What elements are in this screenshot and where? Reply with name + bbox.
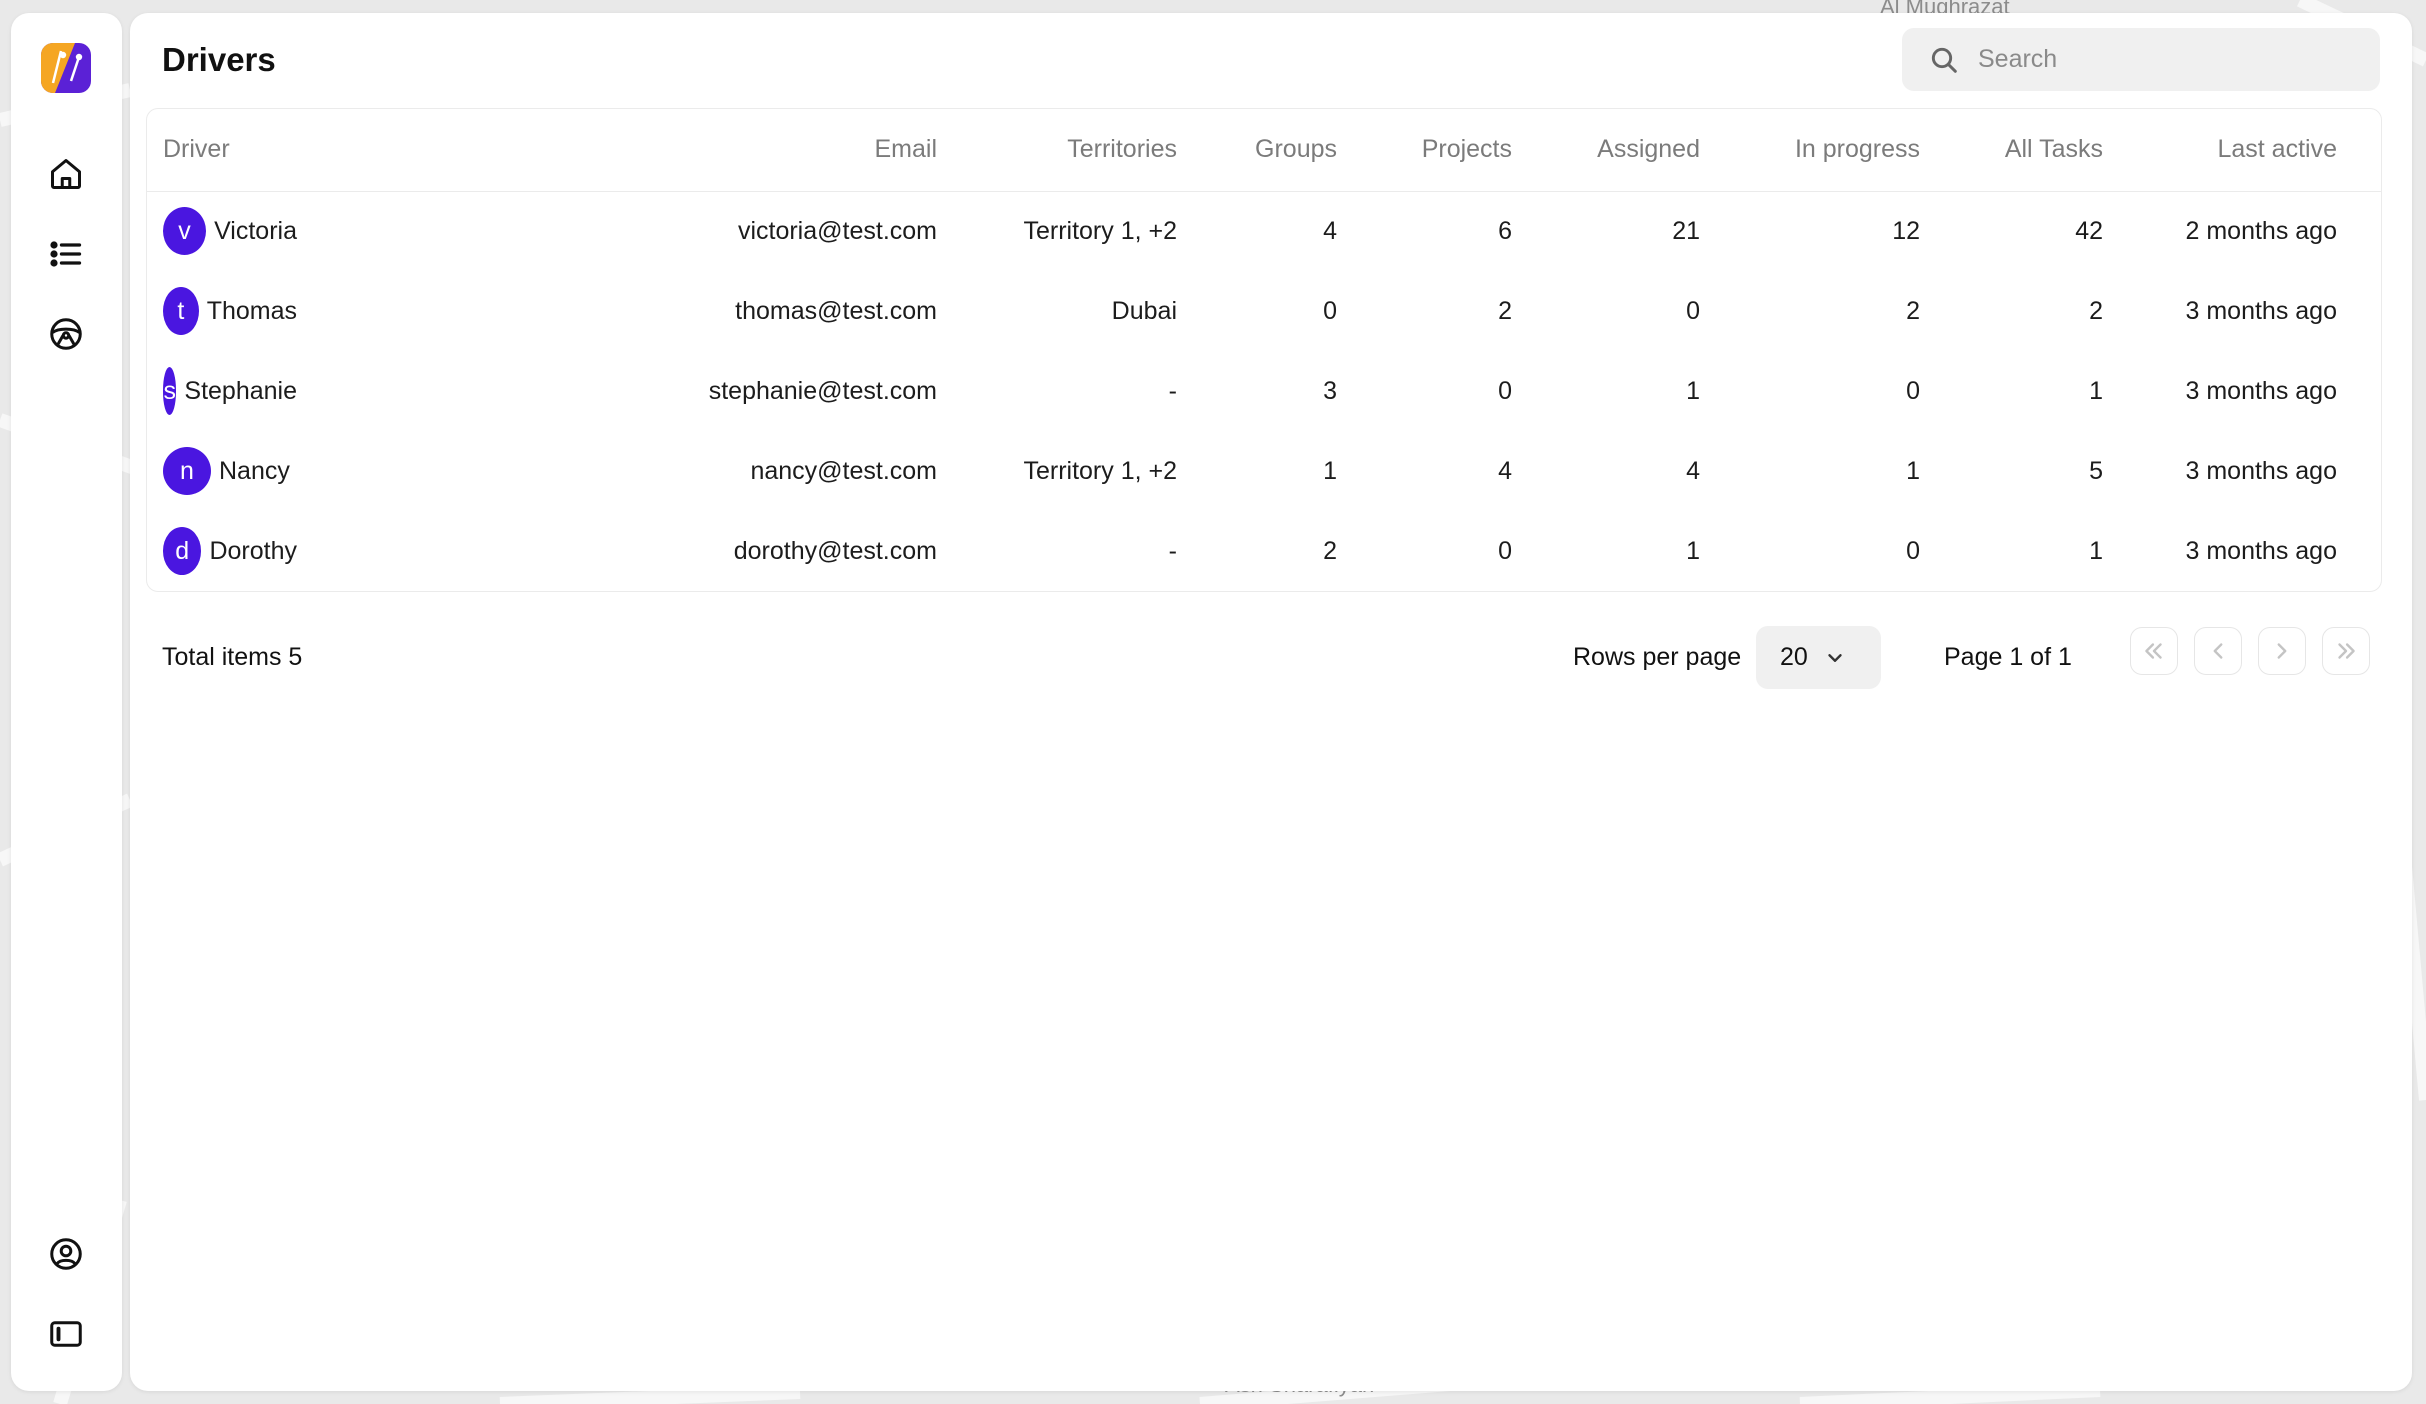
assigned-cell: 1	[1686, 376, 1700, 405]
all-tasks-cell: 1	[2089, 536, 2103, 565]
avatar: t	[163, 287, 199, 335]
col-header-assigned[interactable]: Assigned	[1512, 109, 1700, 192]
drivers-table: Driver Email Territories Groups Projects…	[146, 108, 2382, 592]
driver-cell: v Victoria	[147, 191, 297, 271]
home-icon[interactable]	[47, 155, 85, 193]
in-progress-cell: 1	[1906, 456, 1920, 485]
avatar: n	[163, 447, 211, 495]
chevron-down-icon	[1828, 653, 1842, 662]
search-icon	[1931, 47, 1957, 73]
list-icon[interactable]	[47, 235, 85, 273]
table-row[interactable]: t Thomas thomas@test.com Dubai 0 2 0 2 2 …	[147, 271, 2381, 351]
driver-name: Stephanie	[184, 376, 297, 405]
col-header-projects[interactable]: Projects	[1337, 109, 1512, 192]
groups-cell: 2	[1323, 536, 1337, 565]
user-circle-icon[interactable]	[47, 1235, 85, 1273]
email-cell: nancy@test.com	[750, 456, 937, 485]
rows-per-page-label: Rows per page	[1573, 643, 1742, 671]
next-page-icon	[2277, 643, 2287, 659]
driver-name: Nancy	[219, 456, 290, 485]
in-progress-cell: 0	[1906, 376, 1920, 405]
territories-cell: Territory 1, +2	[1023, 456, 1177, 485]
rows-per-page-select[interactable]: 20	[1756, 626, 1881, 689]
driver-cell: t Thomas	[147, 271, 297, 351]
col-header-territories[interactable]: Territories	[937, 109, 1177, 192]
table-row[interactable]: d Dorothy dorothy@test.com - 2 0 1 0 1 3 …	[147, 511, 2381, 591]
search-input[interactable]	[1978, 45, 2358, 74]
last-active-cell: 3 months ago	[2185, 456, 2338, 485]
all-tasks-cell: 42	[2075, 216, 2103, 245]
email-cell: dorothy@test.com	[733, 536, 937, 565]
rows-per-page-value: 20	[1780, 643, 1808, 671]
main-panel: Drivers Driver	[130, 13, 2412, 1391]
col-header-last-active[interactable]: Last active	[2103, 109, 2337, 192]
all-tasks-cell: 1	[2089, 376, 2103, 405]
all-tasks-cell: 5	[2089, 456, 2103, 485]
first-page-button[interactable]	[2130, 627, 2178, 675]
driver-name: Victoria	[214, 216, 297, 245]
in-progress-cell: 2	[1906, 296, 1920, 325]
assigned-cell: 0	[1686, 296, 1700, 325]
territories-cell: -	[1168, 536, 1177, 565]
email-cell: stephanie@test.com	[708, 376, 937, 405]
avatar: d	[163, 527, 202, 575]
sidebar	[11, 13, 122, 1391]
driver-cell: s Stephanie	[147, 351, 297, 431]
projects-cell: 6	[1498, 216, 1512, 245]
projects-cell: 2	[1498, 296, 1512, 325]
last-active-cell: 2 months ago	[2185, 216, 2338, 245]
steering-wheel-icon[interactable]	[47, 315, 85, 353]
last-active-cell: 3 months ago	[2185, 296, 2338, 325]
prev-page-icon	[2213, 643, 2223, 659]
projects-cell: 0	[1498, 536, 1512, 565]
table-row[interactable]: v Victoria victoria@test.com Territory 1,…	[147, 191, 2381, 271]
assigned-cell: 4	[1686, 456, 1700, 485]
territories-cell: Dubai	[1111, 296, 1177, 325]
page-indicator: Page 1 of 1	[1944, 643, 2072, 671]
total-items: Total items 5	[162, 643, 303, 671]
last-page-button[interactable]	[2322, 627, 2370, 675]
last-active-cell: 3 months ago	[2185, 536, 2338, 565]
all-tasks-cell: 2	[2089, 296, 2103, 325]
assigned-cell: 1	[1686, 536, 1700, 565]
avatar: s	[163, 367, 177, 415]
email-cell: thomas@test.com	[735, 296, 937, 325]
territories-cell: Territory 1, +2	[1023, 216, 1177, 245]
last-active-cell: 3 months ago	[2185, 376, 2338, 405]
last-page-icon	[2338, 643, 2355, 659]
col-header-all-tasks[interactable]: All Tasks	[1920, 109, 2103, 192]
driver-cell: n Nancy	[147, 431, 297, 511]
sidebar-toggle-icon[interactable]	[47, 1315, 85, 1353]
groups-cell: 1	[1323, 456, 1337, 485]
col-header-groups[interactable]: Groups	[1177, 109, 1337, 192]
avatar: v	[163, 207, 207, 256]
table-row[interactable]: s Stephanie stephanie@test.com - 3 0 1 0 …	[147, 351, 2381, 431]
driver-name: Dorothy	[209, 536, 297, 565]
page-title: Drivers	[162, 41, 276, 78]
territories-cell: -	[1168, 376, 1177, 405]
assigned-cell: 21	[1672, 216, 1700, 245]
col-header-email[interactable]: Email	[297, 109, 937, 192]
in-progress-cell: 12	[1892, 216, 1920, 245]
table-header-row: Driver Email Territories Groups Projects…	[147, 109, 2381, 192]
prev-page-button[interactable]	[2194, 627, 2242, 675]
col-header-spacer	[2337, 109, 2381, 192]
search-box[interactable]	[1902, 28, 2380, 91]
col-header-in-progress[interactable]: In progress	[1700, 109, 1920, 192]
driver-name: Thomas	[206, 296, 297, 325]
in-progress-cell: 0	[1906, 536, 1920, 565]
next-page-button[interactable]	[2258, 627, 2306, 675]
groups-cell: 0	[1323, 296, 1337, 325]
projects-cell: 4	[1498, 456, 1512, 485]
col-header-driver[interactable]: Driver	[147, 109, 297, 192]
driver-cell: d Dorothy	[147, 511, 297, 591]
groups-cell: 4	[1323, 216, 1337, 245]
first-page-icon	[2145, 643, 2162, 659]
table-row[interactable]: n Nancy nancy@test.com Territory 1, +2 1 …	[147, 431, 2381, 511]
groups-cell: 3	[1323, 376, 1337, 405]
projects-cell: 0	[1498, 376, 1512, 405]
app-logo[interactable]	[41, 43, 91, 93]
email-cell: victoria@test.com	[737, 216, 937, 245]
